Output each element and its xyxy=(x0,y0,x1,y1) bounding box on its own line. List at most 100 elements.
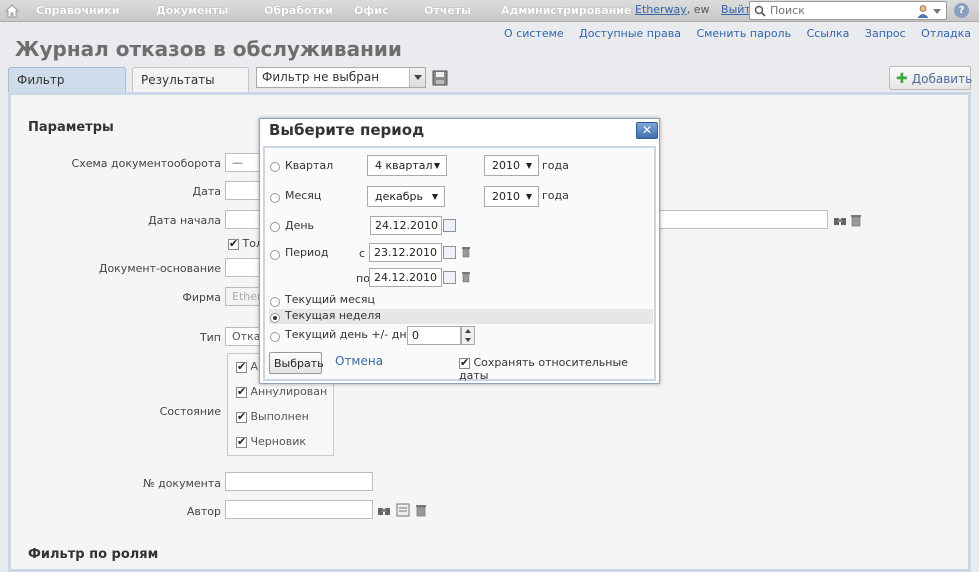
month-year-value: 2010 xyxy=(492,190,520,203)
label-doc-number: № документа xyxy=(143,477,221,490)
search-input[interactable] xyxy=(770,3,910,18)
month-value: декабрь xyxy=(375,190,424,203)
radio-current-week[interactable] xyxy=(270,313,280,323)
quarter-select[interactable]: 4 квартал xyxy=(367,155,447,176)
menu-office[interactable]: Офис xyxy=(354,4,389,17)
only-checkbox-row[interactable]: Тол xyxy=(228,237,263,250)
radio-current-month[interactable] xyxy=(270,297,280,307)
calendar-icon[interactable] xyxy=(443,219,456,232)
home-icon[interactable] xyxy=(4,3,20,19)
state-label: Выполнен xyxy=(250,410,309,423)
trash-icon[interactable] xyxy=(461,246,471,258)
date-end-field[interactable] xyxy=(651,210,828,229)
trash-icon[interactable] xyxy=(849,213,863,227)
chevron-down-icon xyxy=(434,163,440,169)
user-suffix: , ew xyxy=(686,3,710,16)
link-query[interactable]: Запрос xyxy=(865,27,906,40)
link-link[interactable]: Ссылка xyxy=(807,27,850,40)
user-info: Etherway, ew Выйти xyxy=(635,3,758,16)
period-from-label: с xyxy=(359,247,366,260)
label-date-start: Дата начала xyxy=(148,214,221,227)
user-link[interactable]: Etherway xyxy=(635,3,687,16)
current-week-label: Текущая неделя xyxy=(285,309,381,322)
params-heading: Параметры xyxy=(28,120,114,135)
radio-month[interactable] xyxy=(270,193,280,203)
menu-documents[interactable]: Документы xyxy=(156,4,228,17)
label-base-doc: Документ-основание xyxy=(98,262,221,275)
link-about[interactable]: О системе xyxy=(504,27,564,40)
day-offset-input[interactable]: 0 xyxy=(407,326,461,345)
state-label: Аннулирован xyxy=(250,385,328,398)
radio-period[interactable] xyxy=(270,250,280,260)
month-year-suffix: года xyxy=(542,189,569,202)
state-checkbox[interactable] xyxy=(236,435,247,448)
select-button[interactable]: Выбрать xyxy=(269,352,324,374)
close-icon[interactable]: ✕ xyxy=(636,122,658,139)
add-button[interactable]: ✚ Добавить xyxy=(889,66,973,90)
menu-processing[interactable]: Обработки xyxy=(264,4,333,17)
trash-icon[interactable] xyxy=(461,271,471,283)
day-offset-stepper[interactable] xyxy=(461,326,475,345)
state-checkbox[interactable] xyxy=(236,385,247,398)
label-doc-flow: Схема документооборота xyxy=(71,157,221,170)
save-icon[interactable] xyxy=(432,70,448,86)
period-dialog: Выберите период ✕ Квартал 4 квартал 2010… xyxy=(259,118,660,384)
top-links: О системе Доступные права Сменить пароль… xyxy=(492,27,971,40)
link-debug[interactable]: Отладка xyxy=(921,27,971,40)
state-item[interactable]: Черновик xyxy=(236,435,306,448)
month-select[interactable]: декабрь xyxy=(367,186,445,207)
keep-relative-checkbox[interactable] xyxy=(459,356,470,369)
radio-current-day[interactable] xyxy=(270,332,280,342)
radio-quarter[interactable] xyxy=(270,162,280,172)
menu-reports[interactable]: Отчёты xyxy=(424,4,471,17)
search-scope-chevron-icon[interactable] xyxy=(933,9,941,14)
state-checkbox[interactable] xyxy=(236,360,247,373)
only-checkbox[interactable] xyxy=(228,237,239,250)
current-day-label: Текущий день +/- дней: xyxy=(285,328,425,341)
radio-day[interactable] xyxy=(270,222,280,232)
quarter-year-select[interactable]: 2010 xyxy=(484,155,539,176)
author-field[interactable] xyxy=(225,500,373,519)
cancel-link[interactable]: Отмена xyxy=(335,354,383,368)
quarter-year-value: 2010 xyxy=(492,159,520,172)
label-type: Тип xyxy=(199,331,221,344)
calendar-icon[interactable] xyxy=(443,246,456,259)
period-from-input[interactable]: 23.12.2010 xyxy=(369,243,442,262)
calendar-icon[interactable] xyxy=(443,271,456,284)
menu-administration[interactable]: Администрирование xyxy=(501,4,631,17)
plus-icon: ✚ xyxy=(896,71,908,87)
list-icon[interactable] xyxy=(396,503,410,517)
tab-results[interactable]: Результаты xyxy=(132,67,249,93)
tab-filter[interactable]: Фильтр xyxy=(8,67,126,93)
quarter-label: Квартал xyxy=(285,159,334,172)
state-label: Черновик xyxy=(250,435,307,448)
link-change-password[interactable]: Сменить пароль xyxy=(696,27,791,40)
dialog-header[interactable]: Выберите период ✕ xyxy=(260,119,659,143)
binoculars-icon[interactable] xyxy=(833,213,847,227)
binoculars-icon[interactable] xyxy=(377,503,391,517)
filter-select[interactable]: Фильтр не выбран xyxy=(256,67,426,88)
stepper-arrows-icon xyxy=(465,329,471,342)
label-author: Автор xyxy=(186,505,221,518)
period-label: Период xyxy=(285,246,329,259)
keep-relative-row[interactable]: Сохранять относительные даты xyxy=(459,356,654,382)
state-checkbox[interactable] xyxy=(236,410,247,423)
period-to-input[interactable]: 24.12.2010 xyxy=(369,268,442,287)
label-state: Состояние xyxy=(159,405,221,418)
day-input[interactable]: 24.12.2010 xyxy=(370,216,442,235)
add-button-label: Добавить xyxy=(911,72,973,86)
doc-number-field[interactable] xyxy=(225,472,373,491)
link-rights[interactable]: Доступные права xyxy=(579,27,681,40)
month-label: Месяц xyxy=(285,189,322,202)
state-item[interactable]: Выполнен xyxy=(236,410,309,423)
trash-icon[interactable] xyxy=(414,503,428,517)
top-menu-bar: Справочники Документы Обработки Офис Отч… xyxy=(0,0,979,22)
state-item[interactable]: Аннулирован xyxy=(236,385,327,398)
chevron-down-icon xyxy=(526,194,532,200)
help-icon[interactable]: ? xyxy=(954,3,969,18)
chevron-down-icon xyxy=(526,163,532,169)
month-year-select[interactable]: 2010 xyxy=(484,186,539,207)
menu-references[interactable]: Справочники xyxy=(36,4,120,17)
user-icon[interactable] xyxy=(916,4,930,18)
current-month-label: Текущий месяц xyxy=(285,293,376,306)
